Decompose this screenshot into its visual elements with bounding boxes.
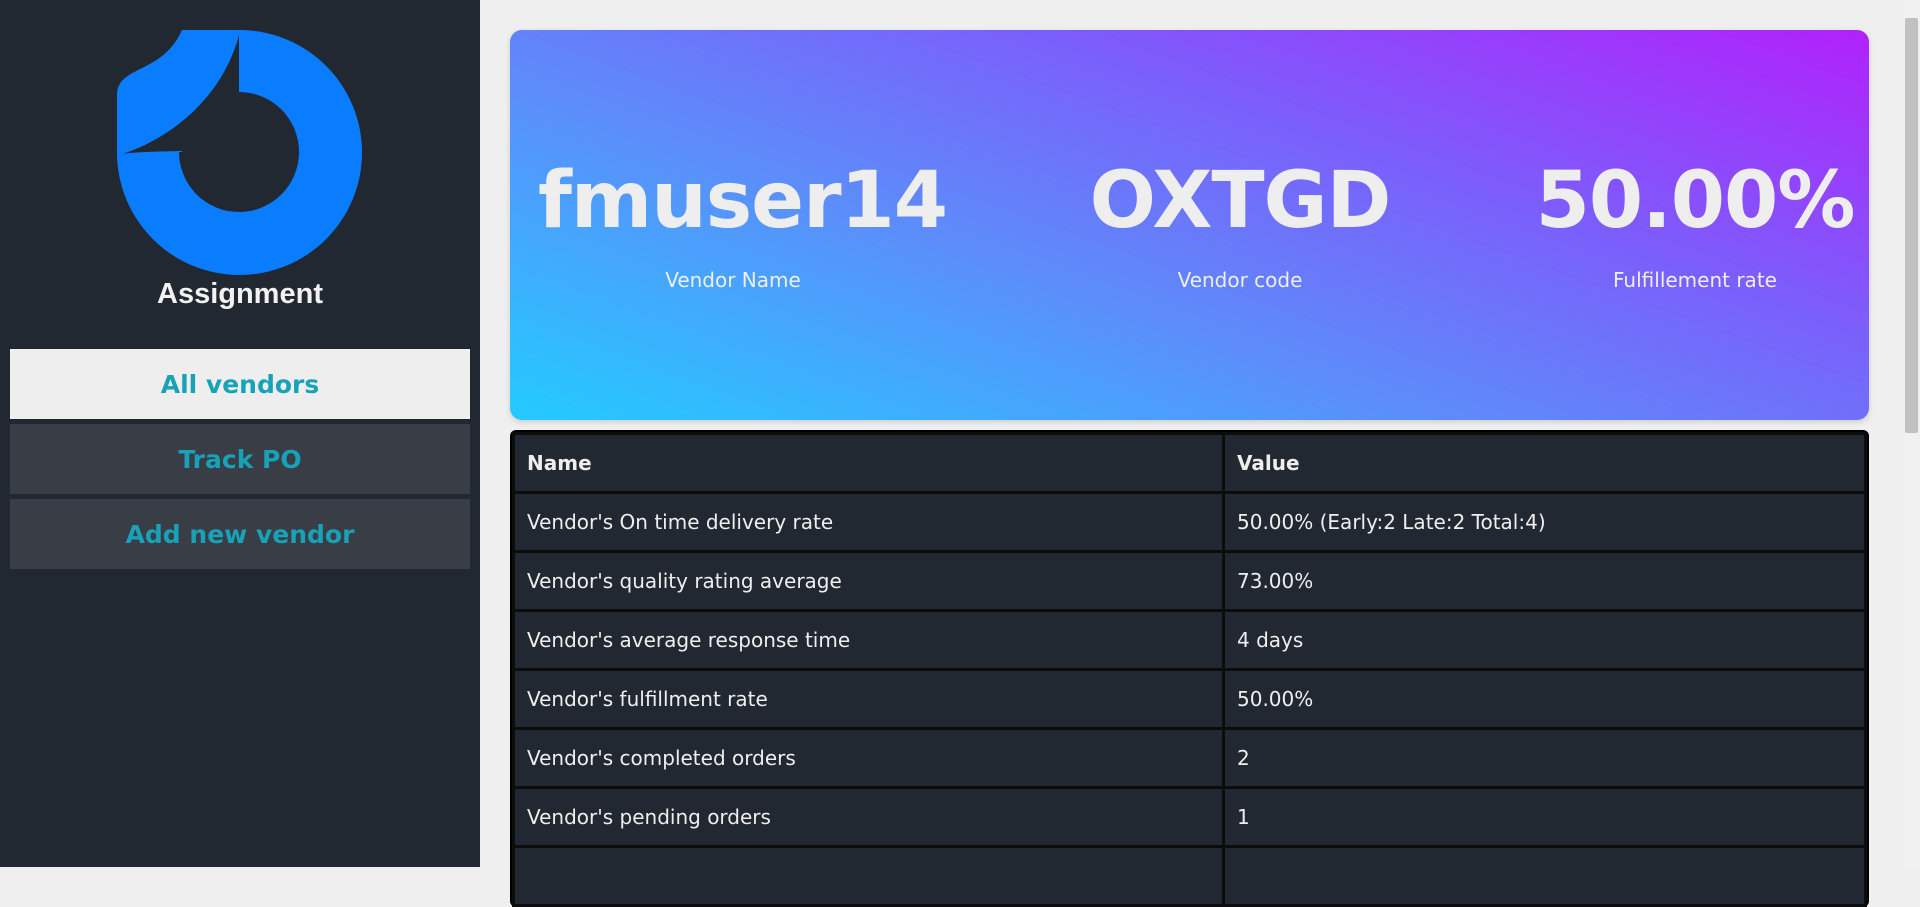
brand-logo-icon — [117, 30, 362, 275]
scrollbar-thumb[interactable] — [1905, 18, 1918, 433]
metric-value: 2 — [1225, 730, 1864, 786]
vendor-name-value: fmuser14 — [538, 156, 948, 246]
vendor-metrics-table-wrapper: Name Value Vendor's On time delivery rat… — [510, 430, 1869, 907]
metric-value: 50.00% — [1225, 671, 1864, 727]
vendor-name-label: Vendor Name — [665, 268, 801, 292]
page-scrollbar[interactable] — [1903, 0, 1920, 867]
table-row: Vendor's fulfillment rate 50.00% — [515, 671, 1864, 727]
vendor-name-stat: fmuser14 Vendor Name — [538, 156, 948, 292]
table-row: Vendor's completed orders 2 — [515, 730, 1864, 786]
sidebar: Assignment All vendors Track PO Add new … — [0, 0, 480, 867]
fulfillment-stat: 50.00% Fulfillement rate — [1500, 162, 1890, 292]
main-content: fmuser14 Vendor Name OXTGD Vendor code 5… — [510, 30, 1869, 907]
table-row: Vendor's On time delivery rate 50.00% (E… — [515, 494, 1864, 550]
fulfillment-label: Fulfillement rate — [1613, 268, 1777, 292]
table-row: Vendor's average response time 4 days — [515, 612, 1864, 668]
fulfillment-value: 50.00% — [1535, 156, 1856, 246]
vendor-metrics-table: Name Value Vendor's On time delivery rat… — [512, 432, 1867, 907]
metric-name: Vendor's On time delivery rate — [515, 494, 1222, 550]
metric-value — [1225, 848, 1864, 904]
metric-value: 1 — [1225, 789, 1864, 845]
vendor-code-value: OXTGD — [1089, 156, 1392, 246]
vendor-summary-card: fmuser14 Vendor Name OXTGD Vendor code 5… — [510, 30, 1869, 420]
sidebar-nav: All vendors Track PO Add new vendor — [10, 349, 470, 574]
nav-track-po[interactable]: Track PO — [10, 424, 470, 494]
column-header-name: Name — [515, 435, 1222, 491]
nav-all-vendors[interactable]: All vendors — [10, 349, 470, 419]
metric-name: Vendor's quality rating average — [515, 553, 1222, 609]
metric-name — [515, 848, 1222, 904]
table-header-row: Name Value — [515, 435, 1864, 491]
metric-name: Vendor's completed orders — [515, 730, 1222, 786]
metric-value: 4 days — [1225, 612, 1864, 668]
nav-add-new-vendor[interactable]: Add new vendor — [10, 499, 470, 569]
metric-value: 73.00% — [1225, 553, 1864, 609]
metric-name: Vendor's average response time — [515, 612, 1222, 668]
column-header-value: Value — [1225, 435, 1864, 491]
metric-name: Vendor's pending orders — [515, 789, 1222, 845]
table-row: Vendor's pending orders 1 — [515, 789, 1864, 845]
table-row — [515, 848, 1864, 904]
brand-title: Assignment — [157, 278, 323, 310]
metric-name: Vendor's fulfillment rate — [515, 671, 1222, 727]
vendor-code-stat: OXTGD Vendor code — [1045, 162, 1435, 292]
table-row: Vendor's quality rating average 73.00% — [515, 553, 1864, 609]
vendor-code-label: Vendor code — [1177, 268, 1303, 292]
metric-value: 50.00% (Early:2 Late:2 Total:4) — [1225, 494, 1864, 550]
